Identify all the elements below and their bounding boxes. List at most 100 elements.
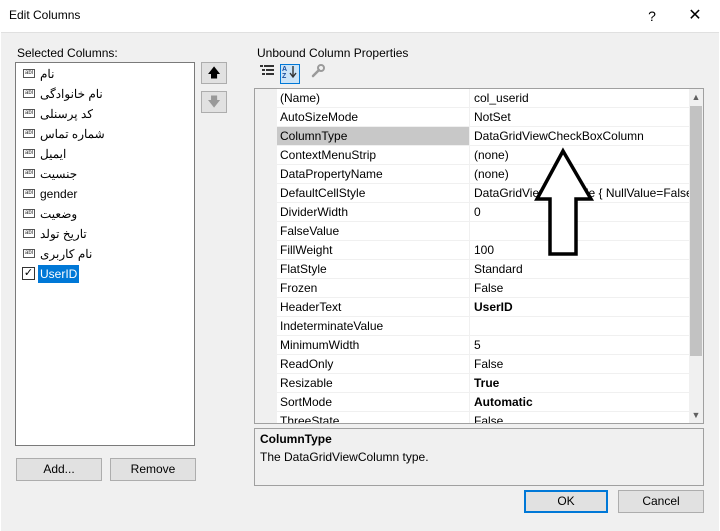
property-name: Frozen xyxy=(277,279,470,297)
move-up-button[interactable]: 🡅 xyxy=(201,62,227,84)
list-item[interactable]: abl نام xyxy=(18,65,193,83)
property-value[interactable]: False xyxy=(470,279,689,297)
property-name: ContextMenuStrip xyxy=(277,146,470,164)
property-value[interactable]: DataGridViewCheckBoxColumn xyxy=(470,127,689,145)
cancel-button[interactable]: Cancel xyxy=(618,490,704,513)
wrench-icon[interactable] xyxy=(308,64,328,84)
svg-text:A: A xyxy=(282,66,287,73)
annotation-arrow-icon xyxy=(534,147,595,256)
svg-text:Z: Z xyxy=(282,73,287,79)
title-bar: Edit Columns ? ✕ xyxy=(0,0,720,32)
property-row[interactable]: DefaultCellStyle DataGridViewCellStyle { … xyxy=(277,184,689,203)
checkbox-icon: ✓ xyxy=(22,267,35,280)
categorized-icon[interactable] xyxy=(257,64,277,84)
list-item[interactable]: abl شماره تماس xyxy=(18,125,193,143)
property-row[interactable]: SortMode Automatic xyxy=(277,393,689,412)
property-name: FlatStyle xyxy=(277,260,470,278)
property-row[interactable]: MinimumWidth 5 xyxy=(277,336,689,355)
list-item[interactable]: ✓ UserID xyxy=(18,265,193,283)
property-name: DividerWidth xyxy=(277,203,470,221)
list-item[interactable]: abl ایمیل xyxy=(18,145,193,163)
list-item-label: تاریخ تولد xyxy=(40,227,87,241)
property-grid[interactable]: (Name) col_userid AutoSizeMode NotSet Column… xyxy=(254,88,704,424)
property-row[interactable]: FillWeight 100 xyxy=(277,241,689,260)
textbox-column-icon: abl xyxy=(23,129,35,138)
property-name: ReadOnly xyxy=(277,355,470,373)
property-value[interactable]: Standard xyxy=(470,260,689,278)
property-value[interactable]: True xyxy=(470,374,689,392)
help-button[interactable]: ? xyxy=(640,6,664,26)
property-name: FalseValue xyxy=(277,222,470,240)
property-row[interactable]: Resizable True xyxy=(277,374,689,393)
property-row[interactable]: AutoSizeMode NotSet xyxy=(277,108,689,127)
textbox-column-icon: abl xyxy=(23,169,35,178)
list-item-label: نام xyxy=(40,67,55,81)
property-name: HeaderText xyxy=(277,298,470,316)
property-value[interactable]: col_userid xyxy=(470,89,689,107)
property-value[interactable]: False xyxy=(470,355,689,373)
scroll-down-icon[interactable]: ▼ xyxy=(689,408,703,422)
property-row[interactable]: DataPropertyName (none) xyxy=(277,165,689,184)
ok-button[interactable]: OK xyxy=(524,490,608,513)
textbox-column-icon: abl xyxy=(23,149,35,158)
property-row[interactable]: ContextMenuStrip (none) xyxy=(277,146,689,165)
list-item-label: وضعیت xyxy=(40,207,78,221)
property-value[interactable]: UserID xyxy=(470,298,689,316)
scroll-thumb[interactable] xyxy=(690,106,702,356)
list-item[interactable]: abl تاریخ تولد xyxy=(18,225,193,243)
property-row[interactable]: FalseValue xyxy=(277,222,689,241)
property-name: ThreeState xyxy=(277,412,470,423)
list-item-label: ایمیل xyxy=(40,147,67,161)
property-row[interactable]: IndeterminateValue xyxy=(277,317,689,336)
list-item[interactable]: abl نام خانوادگی xyxy=(18,85,193,103)
textbox-column-icon: abl xyxy=(23,229,35,238)
property-row[interactable]: Frozen False xyxy=(277,279,689,298)
remove-button[interactable]: Remove xyxy=(110,458,196,481)
list-item-label: UserID xyxy=(38,265,80,283)
property-row[interactable]: (Name) col_userid xyxy=(277,89,689,108)
list-item-label: جنسیت xyxy=(40,167,78,181)
add-button[interactable]: Add... xyxy=(16,458,102,481)
property-row[interactable]: ReadOnly False xyxy=(277,355,689,374)
property-name: AutoSizeMode xyxy=(277,108,470,126)
list-item-label: نام کاربری xyxy=(40,247,93,261)
property-value[interactable]: 5 xyxy=(470,336,689,354)
list-item-label: gender xyxy=(40,187,78,201)
property-name: FillWeight xyxy=(277,241,470,259)
property-grid-scrollbar[interactable]: ▲ ▼ xyxy=(689,89,703,423)
selected-columns-list[interactable]: abl نام abl نام خانوادگی abl کد پرسنلی abl شمار… xyxy=(15,62,195,446)
list-item[interactable]: abl وضعیت xyxy=(18,205,193,223)
property-grid-gutter xyxy=(255,89,277,423)
move-down-button[interactable]: 🡇 xyxy=(201,91,227,113)
property-name: Resizable xyxy=(277,374,470,392)
textbox-column-icon: abl xyxy=(23,109,35,118)
properties-label: Unbound Column Properties xyxy=(257,46,409,60)
property-value[interactable] xyxy=(470,317,689,335)
property-row[interactable]: ColumnType DataGridViewCheckBoxColumn xyxy=(277,127,689,146)
list-item[interactable]: abl نام کاربری xyxy=(18,245,193,263)
property-value[interactable]: False xyxy=(470,412,689,423)
close-button[interactable]: ✕ xyxy=(682,5,708,27)
list-item[interactable]: abl gender xyxy=(18,185,193,203)
alphabetical-icon[interactable]: AZ xyxy=(280,64,300,84)
list-item[interactable]: abl کد پرسنلی xyxy=(18,105,193,123)
property-name: IndeterminateValue xyxy=(277,317,470,335)
textbox-column-icon: abl xyxy=(23,89,35,98)
property-name: DefaultCellStyle xyxy=(277,184,470,202)
property-name: DataPropertyName xyxy=(277,165,470,183)
property-name: ColumnType xyxy=(277,127,470,145)
property-row[interactable]: HeaderText UserID xyxy=(277,298,689,317)
description-panel: ColumnType The DataGridViewColumn type. xyxy=(254,428,704,486)
property-row[interactable]: FlatStyle Standard xyxy=(277,260,689,279)
list-item[interactable]: abl جنسیت xyxy=(18,165,193,183)
property-value[interactable]: NotSet xyxy=(470,108,689,126)
list-item-label: شماره تماس xyxy=(40,127,105,141)
property-row[interactable]: DividerWidth 0 xyxy=(277,203,689,222)
textbox-column-icon: abl xyxy=(23,189,35,198)
description-title: ColumnType xyxy=(260,432,332,446)
property-row[interactable]: ThreeState False xyxy=(277,412,689,423)
textbox-column-icon: abl xyxy=(23,69,35,78)
selected-columns-label: Selected Columns: xyxy=(17,46,118,60)
property-value[interactable]: Automatic xyxy=(470,393,689,411)
scroll-up-icon[interactable]: ▲ xyxy=(689,90,703,104)
